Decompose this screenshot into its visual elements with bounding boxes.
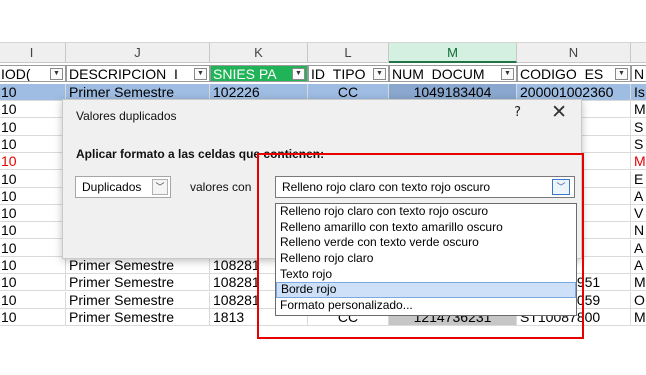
table-cell-i[interactable]: 10 — [0, 153, 66, 171]
table-header-label: SNIES PA — [213, 66, 277, 82]
table-header-label: N — [634, 66, 645, 82]
table-cell-i[interactable]: 10 — [0, 118, 66, 136]
filter-dropdown-icon[interactable]: ▼ — [501, 68, 514, 80]
table-cell-o[interactable]: A — [631, 188, 646, 205]
table-cell-o[interactable]: M — [631, 101, 646, 119]
filter-dropdown-icon[interactable]: ▼ — [50, 68, 63, 80]
table-header-l[interactable]: ID_TIPO ▼ — [308, 65, 389, 82]
table-header-m[interactable]: NUM_DOCUM ▼ — [389, 65, 517, 82]
table-cell-i[interactable]: 10 — [0, 308, 66, 326]
table-cell-j[interactable]: Primer Semestre — [66, 291, 210, 309]
table-cell-i[interactable]: 10 — [0, 135, 66, 153]
connector-label: valores con — [190, 180, 252, 194]
table-cell-o[interactable]: N — [631, 222, 646, 240]
table-cell-i[interactable]: 10 — [0, 222, 66, 240]
column-header-m[interactable]: M — [389, 43, 517, 63]
table-cell-j[interactable]: Primer Semestre — [66, 274, 210, 292]
table-cell-i[interactable]: 10 — [0, 170, 66, 188]
table-header-label: CODIGO_ES — [520, 66, 604, 82]
filter-dropdown-icon[interactable]: ▼ — [194, 68, 207, 80]
column-header-l[interactable]: L — [308, 43, 389, 63]
filter-dropdown-icon[interactable]: ▼ — [373, 68, 386, 80]
table-cell-i[interactable]: 10 — [0, 101, 66, 119]
table-cell-j[interactable]: Primer Semestre — [66, 308, 210, 326]
table-header-label: IOD( — [1, 66, 31, 82]
dialog-title: Valores duplicados — [76, 109, 177, 123]
chevron-down-icon[interactable]: ﹀ — [152, 179, 168, 195]
formula-bar-area — [0, 0, 646, 43]
highlight-annotation-box — [257, 153, 584, 339]
table-cell-o[interactable]: M — [631, 153, 646, 171]
column-header-j[interactable]: J — [66, 43, 210, 63]
table-cell-i[interactable]: 10 — [0, 187, 66, 205]
column-header-k[interactable]: K — [210, 43, 308, 63]
table-header-i[interactable]: IOD( ▼ — [0, 65, 66, 82]
duplicate-type-dropdown[interactable]: Duplicados ﹀ — [75, 176, 171, 198]
table-cell-o[interactable]: V — [631, 205, 646, 223]
table-cell-i[interactable]: 10 — [0, 274, 66, 292]
table-cell-o[interactable]: M — [631, 309, 646, 326]
help-icon[interactable]: ? — [514, 105, 521, 120]
table-cell-o[interactable]: E — [631, 171, 646, 188]
duplicate-type-value: Duplicados — [82, 180, 142, 194]
table-cell-i[interactable]: 10 — [0, 205, 66, 223]
filter-dropdown-icon[interactable]: ▼ — [292, 68, 305, 80]
table-cell-i[interactable]: 10 — [0, 239, 66, 257]
table-cell-o[interactable]: O — [631, 292, 646, 309]
table-cell-o[interactable]: S — [631, 136, 646, 153]
table-cell-i[interactable]: 10 — [0, 257, 66, 274]
table-cell-i[interactable]: 10 — [0, 84, 66, 101]
table-header-label: DESCRIPCION_I — [69, 66, 178, 82]
table-cell-o[interactable]: S — [631, 119, 646, 136]
table-header-j[interactable]: DESCRIPCION_I ▼ — [66, 65, 210, 82]
table-cell-o[interactable]: Is — [631, 84, 646, 101]
table-header-n[interactable]: CODIGO_ES ▼ — [517, 65, 631, 82]
table-header-o[interactable]: N — [631, 65, 646, 82]
column-header-o[interactable] — [631, 43, 646, 63]
table-cell-o[interactable]: A — [631, 240, 646, 257]
table-cell-i[interactable]: 10 — [0, 291, 66, 309]
table-cell-o[interactable]: M — [631, 274, 646, 292]
table-cell-j[interactable]: Primer Semestre — [66, 257, 210, 274]
table-cell-o[interactable]: A — [631, 257, 646, 274]
column-header-i[interactable]: I — [0, 43, 66, 63]
filter-dropdown-icon[interactable]: ▼ — [615, 68, 628, 80]
table-header-label: NUM_DOCUM — [392, 66, 485, 82]
table-header-label: ID_TIPO — [311, 66, 366, 82]
column-header-n[interactable]: N — [517, 43, 631, 63]
table-header-k[interactable]: SNIES PA ▼ — [210, 65, 308, 82]
close-icon[interactable]: ✕ — [551, 101, 567, 123]
